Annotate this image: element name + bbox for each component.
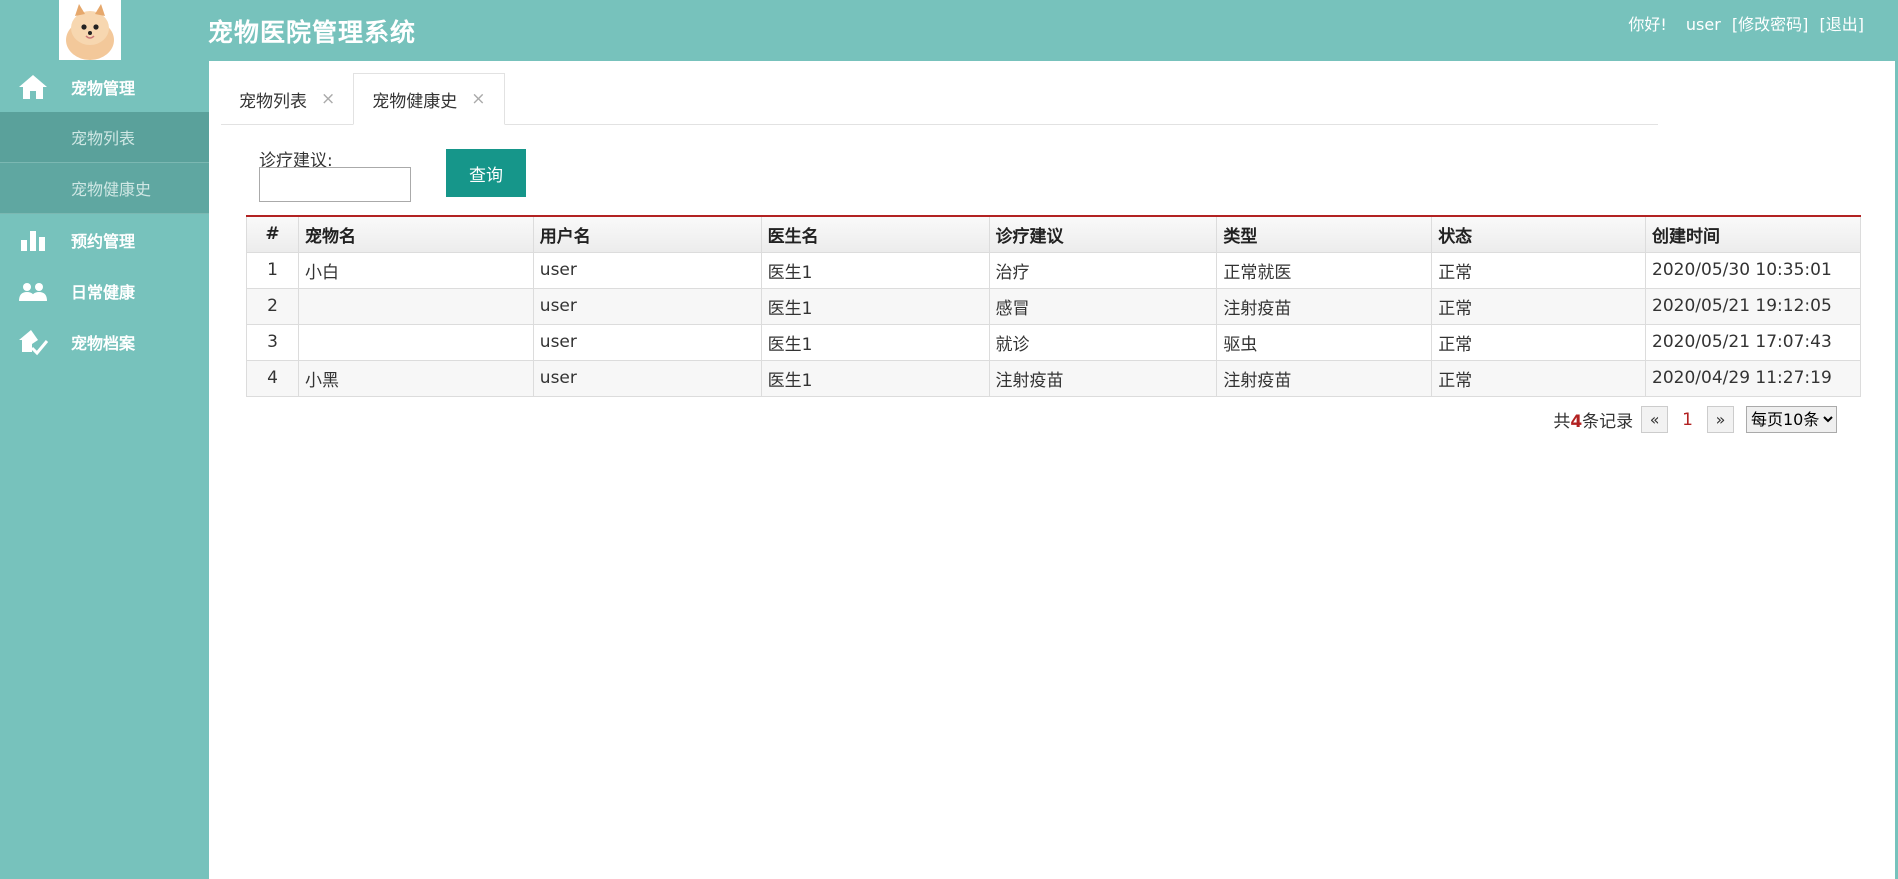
cell-created: 2020/05/30 10:35:01 xyxy=(1645,251,1861,289)
sidebar-group-label: 预约管理 xyxy=(71,231,136,251)
cell-doctor: 医生1 xyxy=(760,287,990,325)
col-header-type: 类型 xyxy=(1216,215,1433,253)
cell-index: 1 xyxy=(246,251,299,289)
cell-advice: 就诊 xyxy=(988,323,1218,361)
cell-username: user xyxy=(532,287,762,325)
close-icon[interactable]: × xyxy=(321,89,335,109)
cell-index: 3 xyxy=(246,323,299,361)
total-prefix: 共 xyxy=(1553,412,1571,432)
table-row[interactable]: 4 小黑 user 医生1 注射疫苗 注射疫苗 正常 2020/04/29 11… xyxy=(246,359,1861,397)
cell-username: user xyxy=(532,251,762,289)
close-icon[interactable]: × xyxy=(471,89,485,109)
col-header-advice: 诊疗建议 xyxy=(988,215,1218,253)
cell-type: 注射疫苗 xyxy=(1216,287,1433,325)
cell-type: 注射疫苗 xyxy=(1216,359,1433,397)
username-text: user xyxy=(1685,15,1721,34)
total-suffix: 条记录 xyxy=(1582,412,1634,432)
col-header-created: 创建时间 xyxy=(1645,215,1861,253)
sidebar-group-pet-management[interactable]: 宠物管理 xyxy=(0,61,209,112)
cell-doctor: 医生1 xyxy=(760,323,990,361)
cell-doctor: 医生1 xyxy=(760,359,990,397)
tab-bar: 宠物列表 × 宠物健康史 × xyxy=(221,73,1658,125)
tab-label: 宠物健康史 xyxy=(372,91,458,112)
cell-status: 正常 xyxy=(1431,359,1647,397)
table-row[interactable]: 3 user 医生1 就诊 驱虫 正常 2020/05/21 17:07:43 xyxy=(246,323,1861,361)
sidebar-group-label: 宠物档案 xyxy=(71,333,136,353)
query-button[interactable]: 查询 xyxy=(446,149,526,197)
cell-pet-name: 小白 xyxy=(297,251,534,289)
col-header-status: 状态 xyxy=(1431,215,1647,253)
table-row[interactable]: 1 小白 user 医生1 治疗 正常就医 正常 2020/05/30 10:3… xyxy=(246,251,1861,289)
bar-chart-icon xyxy=(17,226,49,254)
total-records: 共4条记录 xyxy=(1553,407,1633,432)
users-icon xyxy=(17,277,49,305)
col-header-pet-name: 宠物名 xyxy=(297,215,534,253)
sidebar-item-label: 宠物列表 xyxy=(71,129,136,148)
cell-status: 正常 xyxy=(1431,287,1647,325)
cell-pet-name: 小黑 xyxy=(297,359,534,397)
table-row[interactable]: 2 user 医生1 感冒 注射疫苗 正常 2020/05/21 19:12:0… xyxy=(246,287,1861,325)
house-check-icon xyxy=(17,328,49,356)
sidebar-item-pet-list[interactable]: 宠物列表 xyxy=(0,112,209,163)
home-icon xyxy=(17,73,49,101)
cell-status: 正常 xyxy=(1431,251,1647,289)
logout-link[interactable]: [退出] xyxy=(1820,15,1865,34)
sidebar-group-label: 日常健康 xyxy=(71,282,136,302)
diagnosis-filter-input[interactable] xyxy=(259,167,411,202)
prev-page-button[interactable]: « xyxy=(1641,406,1669,433)
cell-type: 正常就医 xyxy=(1216,251,1433,289)
change-password-link[interactable]: [修改密码] xyxy=(1732,15,1809,34)
col-header-doctor: 医生名 xyxy=(760,215,990,253)
cell-status: 正常 xyxy=(1431,323,1647,361)
cell-created: 2020/05/21 17:07:43 xyxy=(1645,323,1861,361)
cell-username: user xyxy=(532,359,762,397)
cell-created: 2020/04/29 11:27:19 xyxy=(1645,359,1861,397)
cell-type: 驱虫 xyxy=(1216,323,1433,361)
sidebar-group-appointments[interactable]: 预约管理 xyxy=(0,214,209,265)
next-page-button[interactable]: » xyxy=(1707,406,1734,433)
cell-index: 4 xyxy=(246,359,299,397)
sidebar-item-health-history[interactable]: 宠物健康史 xyxy=(0,163,209,214)
sidebar-group-pet-archive[interactable]: 宠物档案 xyxy=(0,316,209,367)
cell-index: 2 xyxy=(246,287,299,325)
tab-pet-list[interactable]: 宠物列表 × xyxy=(221,73,353,125)
tab-health-history[interactable]: 宠物健康史 × xyxy=(353,73,505,125)
greeting-text: 你好! xyxy=(1628,15,1667,34)
col-header-index: # xyxy=(246,215,299,253)
cell-advice: 治疗 xyxy=(988,251,1218,289)
cell-username: user xyxy=(532,323,762,361)
top-header: 宠物医院管理系统 你好! user [修改密码] [退出] xyxy=(0,0,1898,61)
sidebar-item-label: 宠物健康史 xyxy=(71,180,152,199)
table-header-row: # 宠物名 用户名 医生名 诊疗建议 类型 状态 创建时间 xyxy=(246,215,1861,253)
cell-advice: 感冒 xyxy=(988,287,1218,325)
pagination: 共4条记录 « 1 » 每页10条 xyxy=(1553,406,1837,433)
app-title: 宠物医院管理系统 xyxy=(208,18,417,47)
cell-doctor: 医生1 xyxy=(760,251,990,289)
user-bar: 你好! user [修改密码] [退出] xyxy=(1622,11,1864,35)
cell-advice: 注射疫苗 xyxy=(988,359,1218,397)
cell-pet-name xyxy=(297,323,534,361)
total-count: 4 xyxy=(1570,412,1583,432)
sidebar-group-label: 宠物管理 xyxy=(71,78,136,98)
health-history-table: # 宠物名 用户名 医生名 诊疗建议 类型 状态 创建时间 1 小白 user … xyxy=(246,215,1861,397)
main-content: 宠物列表 × 宠物健康史 × 诊疗建议: 查询 # 宠物名 用户名 医生名 诊疗… xyxy=(209,61,1895,879)
pet-avatar-logo xyxy=(59,0,121,60)
page-size-select[interactable]: 每页10条 xyxy=(1746,406,1837,433)
sidebar: 宠物管理 宠物列表 宠物健康史 预约管理 日常健康 宠物档案 xyxy=(0,61,209,879)
cell-created: 2020/05/21 19:12:05 xyxy=(1645,287,1861,325)
tab-label: 宠物列表 xyxy=(239,91,307,112)
page-number-button[interactable]: 1 xyxy=(1682,410,1693,430)
sidebar-group-daily-health[interactable]: 日常健康 xyxy=(0,265,209,316)
col-header-username: 用户名 xyxy=(532,215,762,253)
cell-pet-name xyxy=(297,287,534,325)
